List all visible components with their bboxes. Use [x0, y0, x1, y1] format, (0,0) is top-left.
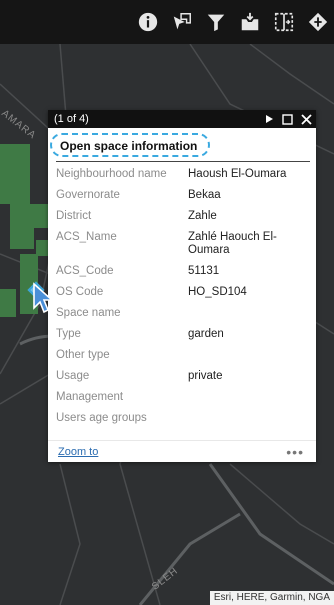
attribute-value: Bekaa [188, 189, 221, 201]
inbox-icon [241, 12, 259, 31]
attribute-row: Management [56, 391, 308, 404]
info-icon [138, 12, 158, 32]
attribute-table: Neighbourhood name Haoush El-Oumara Govern… [48, 168, 316, 439]
attribute-row: Neighbourhood name Haoush El-Oumara [56, 168, 308, 181]
attribute-name: District [56, 210, 92, 222]
divider [56, 161, 310, 162]
maximize-button[interactable] [282, 113, 293, 125]
attribute-row: District Zahle [56, 210, 308, 223]
attribute-value: Zahlé Haouch El-Oumara [188, 231, 277, 256]
attribute-row: Other type [56, 349, 308, 362]
attribute-value [188, 412, 308, 425]
attribute-row: Space name [56, 307, 308, 320]
attribute-value: Zahle [188, 210, 217, 222]
attribute-name: Users age groups [56, 412, 147, 424]
attribute-value [188, 349, 308, 362]
attribute-name: Type [56, 328, 81, 340]
map-attribution: Esri, HERE, Garmin, NGA [209, 591, 334, 605]
close-icon [301, 113, 312, 125]
play-next-icon [266, 115, 273, 123]
attribute-value: garden [188, 328, 224, 340]
more-options-button[interactable]: ••• [286, 444, 304, 460]
filter-icon [207, 14, 225, 32]
attribute-name: ACS_Name [56, 231, 117, 243]
split-view-button[interactable] [272, 10, 296, 34]
attribute-name: Management [56, 391, 124, 403]
select-features-icon [173, 13, 191, 30]
attribute-value: private [188, 370, 223, 382]
attribute-value: HO_SD104 [188, 286, 247, 298]
attribute-row-truncated [56, 433, 308, 439]
share-button[interactable] [306, 10, 330, 34]
close-button[interactable] [301, 113, 312, 125]
zoom-to-link[interactable]: Zoom to [58, 446, 98, 458]
maximize-icon [282, 113, 293, 125]
mouse-cursor-icon [33, 282, 54, 314]
attribute-value: Haoush El-Oumara [188, 168, 287, 180]
map-toolbar [0, 0, 334, 44]
share-icon [308, 12, 328, 32]
attribute-name: Neighbourhood name [56, 168, 167, 180]
next-feature-button[interactable] [264, 114, 274, 124]
attribute-name: Other type [56, 349, 110, 361]
attribute-row: ACS_Name Zahlé Haouch El-Oumara [56, 231, 308, 257]
attribute-value: 51131 [188, 265, 220, 277]
attribute-name: Usage [56, 370, 90, 382]
info-button[interactable] [136, 10, 160, 34]
filter-button[interactable] [204, 10, 228, 34]
attribute-name: Space name [56, 307, 121, 319]
attribute-name: Governorate [56, 189, 120, 201]
attribute-name: ACS_Code [56, 265, 114, 277]
popup-title: Open space information [60, 139, 198, 153]
feature-popup: (1 of 4) Open space information Neighbou… [48, 110, 316, 462]
attribute-row: Governorate Bekaa [56, 189, 308, 202]
popup-header: (1 of 4) [48, 110, 316, 128]
attribute-row: Users age groups [56, 412, 308, 425]
select-features-button[interactable] [170, 10, 194, 34]
attribute-row: Usage private [56, 370, 308, 383]
attribute-row: OS Code HO_SD104 [56, 286, 308, 299]
popup-footer: Zoom to ••• [48, 440, 316, 462]
split-view-icon [274, 12, 294, 32]
popup-pager: (1 of 4) [54, 113, 89, 125]
attribute-row: ACS_Code 51131 [56, 265, 308, 278]
attribute-value [188, 391, 308, 404]
attribute-name: OS Code [56, 286, 104, 298]
attribute-row: Type garden [56, 328, 308, 341]
inbox-button[interactable] [238, 10, 262, 34]
attribute-value [188, 307, 308, 320]
